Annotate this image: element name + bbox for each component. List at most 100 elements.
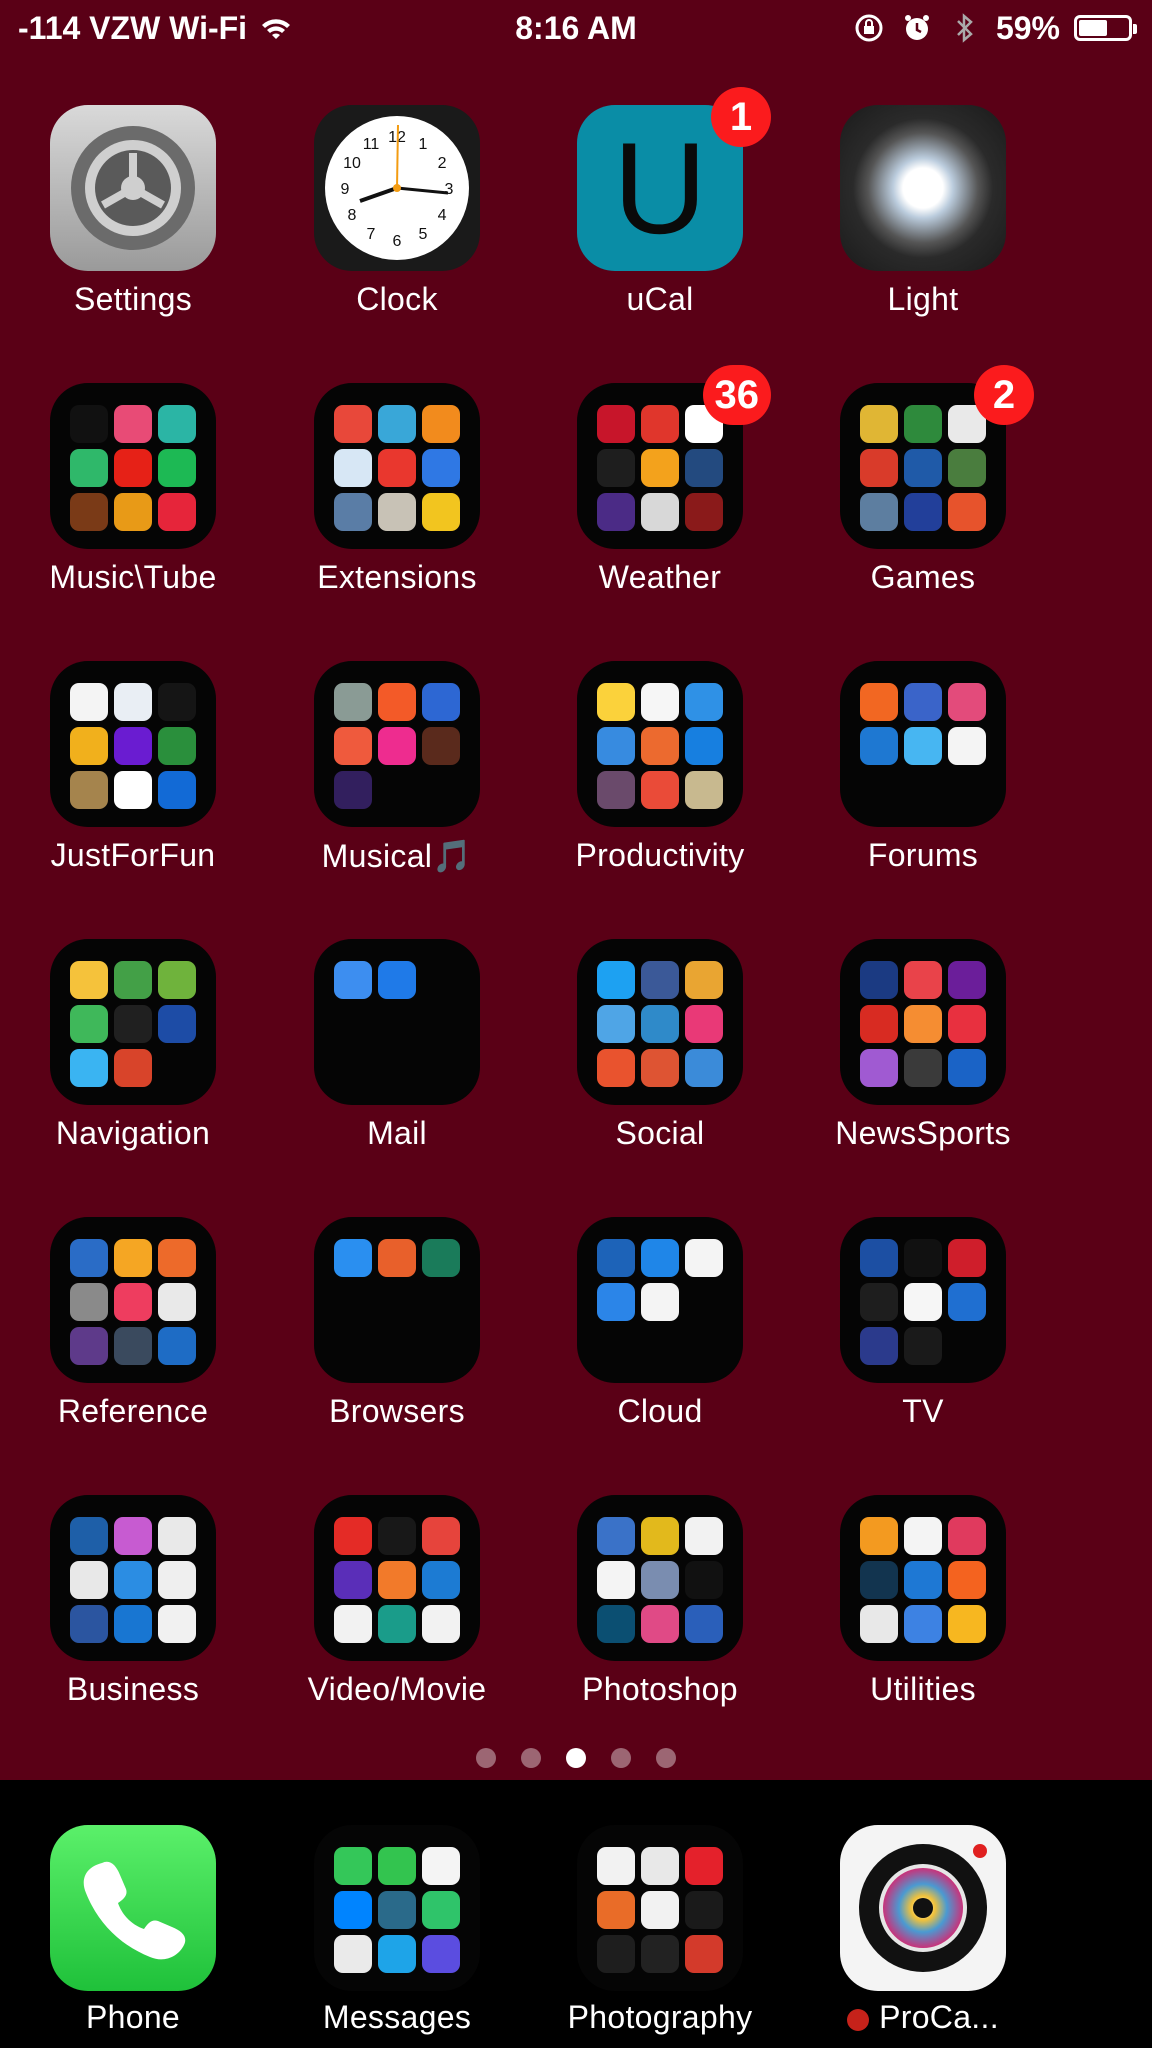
mini-app-icon xyxy=(948,727,986,765)
mini-app-icon xyxy=(597,1891,635,1929)
page-dot[interactable] xyxy=(521,1748,541,1768)
mini-app-icon xyxy=(158,771,196,809)
app-musical[interactable]: Musical🎵 xyxy=(267,661,527,875)
folder-icon xyxy=(314,1495,480,1661)
app-proca[interactable]: ProCa... xyxy=(793,1825,1053,2036)
mini-app-icon xyxy=(685,771,723,809)
folder-icon xyxy=(50,661,216,827)
mini-app-icon xyxy=(860,449,898,487)
app-label-text: Extensions xyxy=(317,559,477,595)
app-settings[interactable]: Settings xyxy=(3,105,263,318)
app-weather[interactable]: 36 Weather xyxy=(530,365,790,596)
mini-app-icon xyxy=(641,405,679,443)
page-indicator[interactable] xyxy=(0,1748,1152,1768)
mini-app-icon xyxy=(114,449,152,487)
app-light[interactable]: Light xyxy=(793,105,1053,318)
app-photography[interactable]: Photography xyxy=(530,1825,790,2036)
mini-app-icon xyxy=(70,1561,108,1599)
mini-app-icon xyxy=(114,961,152,999)
app-forums[interactable]: Forums xyxy=(793,661,1053,874)
app-games[interactable]: 2 Games xyxy=(793,365,1053,596)
mini-app-icon xyxy=(422,727,460,765)
mini-app-icon xyxy=(378,405,416,443)
mini-app-icon xyxy=(334,449,372,487)
mini-app-icon xyxy=(685,1561,723,1599)
app-business[interactable]: Business xyxy=(3,1495,263,1708)
app-justforfun[interactable]: JustForFun xyxy=(3,661,263,874)
app-label-text: Utilities xyxy=(870,1671,976,1707)
mini-app-icon xyxy=(904,1605,942,1643)
folder-icon: 2 xyxy=(840,365,1034,549)
mini-app-icon xyxy=(378,1561,416,1599)
notification-badge: 2 xyxy=(974,365,1034,425)
status-bar: -114 VZW Wi-Fi 8:16 AM 59% xyxy=(0,0,1152,56)
page-dot[interactable] xyxy=(656,1748,676,1768)
svg-text:5: 5 xyxy=(419,226,428,243)
app-extensions[interactable]: Extensions xyxy=(267,383,527,596)
svg-text:7: 7 xyxy=(367,226,376,243)
mini-app-icon xyxy=(860,683,898,721)
app-browsers[interactable]: Browsers xyxy=(267,1217,527,1430)
mini-app-icon xyxy=(70,727,108,765)
app-messages[interactable]: Messages xyxy=(267,1825,527,2036)
app-social[interactable]: Social xyxy=(530,939,790,1152)
app-ucal[interactable]: U 1 uCal xyxy=(530,87,790,318)
mini-app-icon xyxy=(685,1005,723,1043)
mini-app-icon xyxy=(158,1561,196,1599)
time-text: 8:16 AM xyxy=(515,9,637,46)
app-newssports[interactable]: NewsSports xyxy=(793,939,1053,1152)
app-phone[interactable]: Phone xyxy=(3,1825,263,2036)
svg-text:3: 3 xyxy=(445,181,454,198)
mini-app-icon xyxy=(904,961,942,999)
mini-app-icon xyxy=(378,493,416,531)
svg-text:9: 9 xyxy=(341,181,350,198)
app-utilities[interactable]: Utilities xyxy=(793,1495,1053,1708)
app-clock[interactable]: 123456789101112Clock xyxy=(267,105,527,318)
mini-app-icon xyxy=(114,1561,152,1599)
mini-app-icon xyxy=(114,1283,152,1321)
app-tv[interactable]: TV xyxy=(793,1217,1053,1430)
app-music-tube[interactable]: Music\Tube xyxy=(3,383,263,596)
app-label: Clock xyxy=(267,281,527,318)
folder-icon xyxy=(577,939,743,1105)
mini-app-icon xyxy=(685,493,723,531)
mini-app-icon xyxy=(114,1239,152,1277)
app-label: Forums xyxy=(793,837,1053,874)
mini-app-icon xyxy=(334,1891,372,1929)
mini-app-icon xyxy=(685,961,723,999)
svg-text:2: 2 xyxy=(438,155,447,172)
app-navigation[interactable]: Navigation xyxy=(3,939,263,1152)
mini-app-icon xyxy=(378,727,416,765)
mini-app-icon xyxy=(641,1561,679,1599)
app-label-text: Messages xyxy=(322,1999,472,2035)
mini-app-icon xyxy=(860,1283,898,1321)
app-reference[interactable]: Reference xyxy=(3,1217,263,1430)
mini-app-icon xyxy=(70,405,108,443)
app-cloud[interactable]: Cloud xyxy=(530,1217,790,1430)
app-mail[interactable]: Mail xyxy=(267,939,527,1152)
svg-text:4: 4 xyxy=(438,207,447,224)
mini-app-icon xyxy=(334,1239,372,1277)
wifi-icon xyxy=(259,11,293,45)
app-label: Games xyxy=(793,559,1053,596)
mini-app-icon xyxy=(860,1049,898,1087)
mini-app-icon xyxy=(158,449,196,487)
mini-app-icon xyxy=(860,727,898,765)
app-photoshop[interactable]: Photoshop xyxy=(530,1495,790,1708)
mini-app-icon xyxy=(685,1239,723,1277)
app-video-movie[interactable]: Video/Movie xyxy=(267,1495,527,1708)
page-dot[interactable] xyxy=(476,1748,496,1768)
page-dot[interactable] xyxy=(611,1748,631,1768)
app-label: Productivity xyxy=(530,837,790,874)
folder-icon xyxy=(314,939,480,1105)
app-productivity[interactable]: Productivity xyxy=(530,661,790,874)
page-dot[interactable] xyxy=(566,1748,586,1768)
mini-app-icon xyxy=(334,961,372,999)
folder-icon: 36 xyxy=(577,365,771,549)
mini-app-icon xyxy=(641,1517,679,1555)
mini-app-icon xyxy=(114,1517,152,1555)
mini-app-icon xyxy=(948,683,986,721)
mini-app-icon xyxy=(114,683,152,721)
mini-app-icon xyxy=(70,1049,108,1087)
app-label: uCal xyxy=(530,281,790,318)
